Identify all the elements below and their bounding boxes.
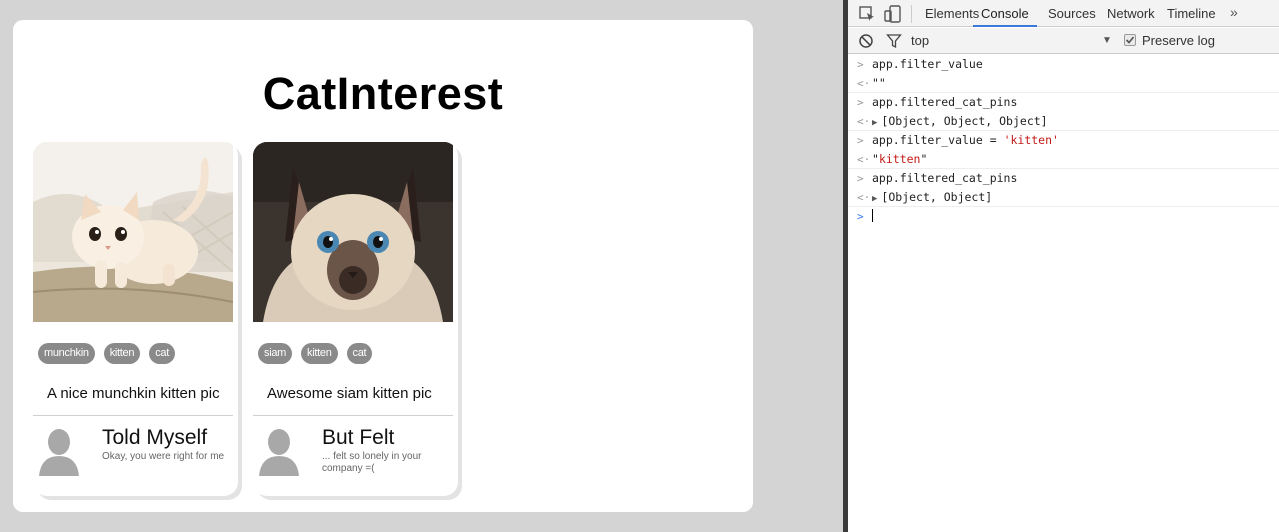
tag-chip[interactable]: cat <box>346 343 373 364</box>
pin-subtitle: ... felt so lonely in your company =( <box>322 451 422 474</box>
input-marker-icon: > <box>857 58 864 71</box>
tab-timeline[interactable]: Timeline <box>1167 0 1216 27</box>
preserve-log-checkbox[interactable] <box>1124 34 1136 46</box>
app-container: CatInterest munchkin kitten cat A nice m… <box>13 20 753 512</box>
page-title: CatInterest <box>262 68 504 119</box>
tab-elements[interactable]: Elements <box>925 0 979 27</box>
output-marker-icon: <· <box>857 115 871 128</box>
console-input-line: > app.filtered_cat_pins <box>848 169 1279 188</box>
divider <box>33 415 233 416</box>
console-output-line[interactable]: <· ▶ [Object, Object] <box>848 188 1279 207</box>
preserve-log-label[interactable]: Preserve log <box>1142 28 1215 54</box>
tag-chip[interactable]: siam <box>258 343 293 364</box>
device-toolbar-icon[interactable] <box>884 5 902 23</box>
console-input-line: > app.filter_value = 'kitten' <box>848 131 1279 150</box>
output-marker-icon: <· <box>857 77 871 90</box>
console-prompt[interactable]: > <box>848 207 1279 226</box>
pin-caption: Awesome siam kitten pic <box>267 385 432 402</box>
prompt-marker-icon: > <box>857 210 864 223</box>
context-selector[interactable]: top <box>911 28 929 54</box>
output-marker-icon: <· <box>857 153 871 166</box>
inspect-element-icon[interactable] <box>858 5 876 23</box>
pin-subtitle: Okay, you were right for me <box>102 451 225 462</box>
output-marker-icon: <· <box>857 191 871 204</box>
avatar-icon <box>257 426 301 476</box>
devtools-tabbar: Elements Console Sources Network Timelin… <box>848 0 1279 27</box>
console-output-line: <· "kitten" <box>848 150 1279 169</box>
console-input-line: > app.filtered_cat_pins <box>848 93 1279 112</box>
pin-caption: A nice munchkin kitten pic <box>47 385 220 402</box>
pin-author: But Felt <box>322 426 395 449</box>
devtools-panel: Elements Console Sources Network Timelin… <box>843 0 1279 532</box>
avatar-icon <box>37 426 81 476</box>
input-marker-icon: > <box>857 172 864 185</box>
tag-chip[interactable]: cat <box>149 343 175 364</box>
tag-list: munchkin kitten cat <box>38 343 175 364</box>
filter-icon[interactable] <box>886 33 902 49</box>
tab-network[interactable]: Network <box>1107 0 1155 27</box>
divider <box>253 415 453 416</box>
input-marker-icon: > <box>857 96 864 109</box>
cat-pin-card[interactable]: siam kitten cat Awesome siam kitten pic … <box>253 142 458 496</box>
console-output-line: <· "" <box>848 74 1279 93</box>
input-marker-icon: > <box>857 134 864 147</box>
tag-list: siam kitten cat <box>258 343 373 364</box>
cat-photo[interactable] <box>253 142 453 322</box>
console-toolbar: top ▼ Preserve log <box>848 28 1279 54</box>
more-tabs-icon[interactable]: » <box>1230 0 1238 27</box>
expand-triangle-icon[interactable]: ▶ <box>872 118 877 128</box>
browser-viewport: CatInterest munchkin kitten cat A nice m… <box>0 0 843 532</box>
tag-chip[interactable]: kitten <box>301 343 338 364</box>
text-caret <box>872 209 873 222</box>
clear-console-icon[interactable] <box>858 33 874 49</box>
dropdown-arrow-icon[interactable]: ▼ <box>1102 28 1112 54</box>
tab-console[interactable]: Console <box>973 0 1037 27</box>
console-log: > app.filter_value <· "" > app.filtered_cat… <box>848 55 1279 226</box>
tag-chip[interactable]: kitten <box>103 343 141 364</box>
tag-chip[interactable]: munchkin <box>38 343 95 364</box>
cat-photo[interactable] <box>33 142 233 322</box>
cat-pin-card[interactable]: munchkin kitten cat A nice munchkin kitt… <box>33 142 238 496</box>
console-output-line[interactable]: <· ▶ [Object, Object, Object] <box>848 112 1279 131</box>
pin-author: Told Myself <box>102 426 208 449</box>
toolbar-divider <box>911 5 912 23</box>
expand-triangle-icon[interactable]: ▶ <box>872 194 877 204</box>
tab-sources[interactable]: Sources <box>1048 0 1096 27</box>
console-input-line: > app.filter_value <box>848 55 1279 74</box>
